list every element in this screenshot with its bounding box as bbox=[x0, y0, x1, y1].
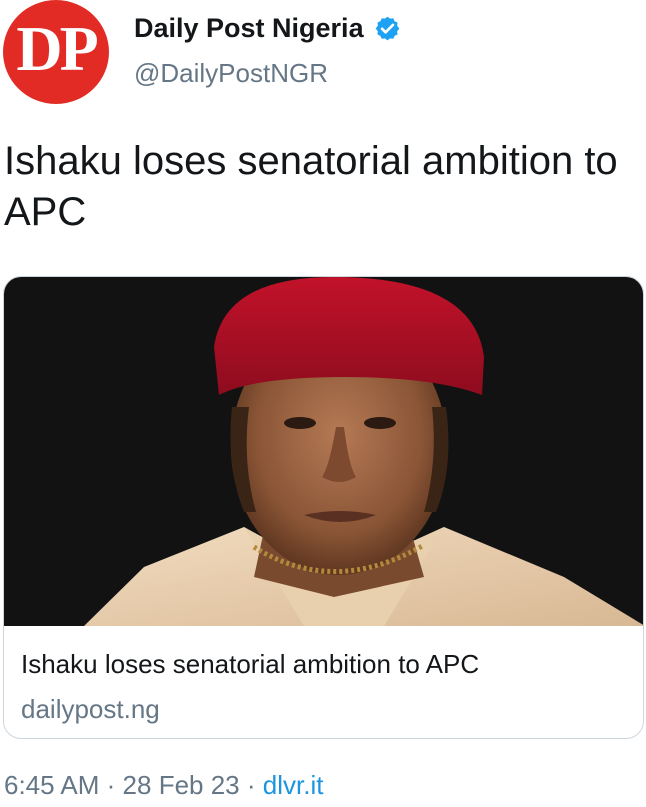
display-name[interactable]: Daily Post Nigeria bbox=[134, 13, 364, 44]
card-image[interactable] bbox=[4, 277, 644, 626]
handle[interactable]: @DailyPostNGR bbox=[134, 58, 328, 89]
meta-separator: · bbox=[246, 770, 256, 800]
avatar[interactable]: DP bbox=[3, 0, 109, 104]
name-row: Daily Post Nigeria bbox=[134, 8, 401, 48]
tweet-time[interactable]: 6:45 AM bbox=[4, 770, 99, 800]
card-title: Ishaku loses senatorial ambition to APC bbox=[21, 649, 480, 679]
link-card[interactable]: Ishaku loses senatorial ambition to APC … bbox=[3, 276, 644, 739]
avatar-logo-text: DP bbox=[16, 13, 98, 84]
tweet-text: Ishaku loses senatorial ambition to APC bbox=[4, 139, 618, 234]
tweet-date[interactable]: 28 Feb 23 bbox=[123, 770, 240, 800]
tweet-source-link[interactable]: dlvr.it bbox=[263, 770, 324, 800]
tweet-header: DP Daily Post Nigeria @DailyPostNGR bbox=[0, 0, 646, 110]
card-domain: dailypost.ng bbox=[21, 694, 160, 724]
tweet-meta: 6:45 AM · 28 Feb 23 · dlvr.it bbox=[4, 770, 323, 801]
verified-badge-icon bbox=[375, 16, 399, 40]
meta-separator: · bbox=[106, 770, 116, 800]
